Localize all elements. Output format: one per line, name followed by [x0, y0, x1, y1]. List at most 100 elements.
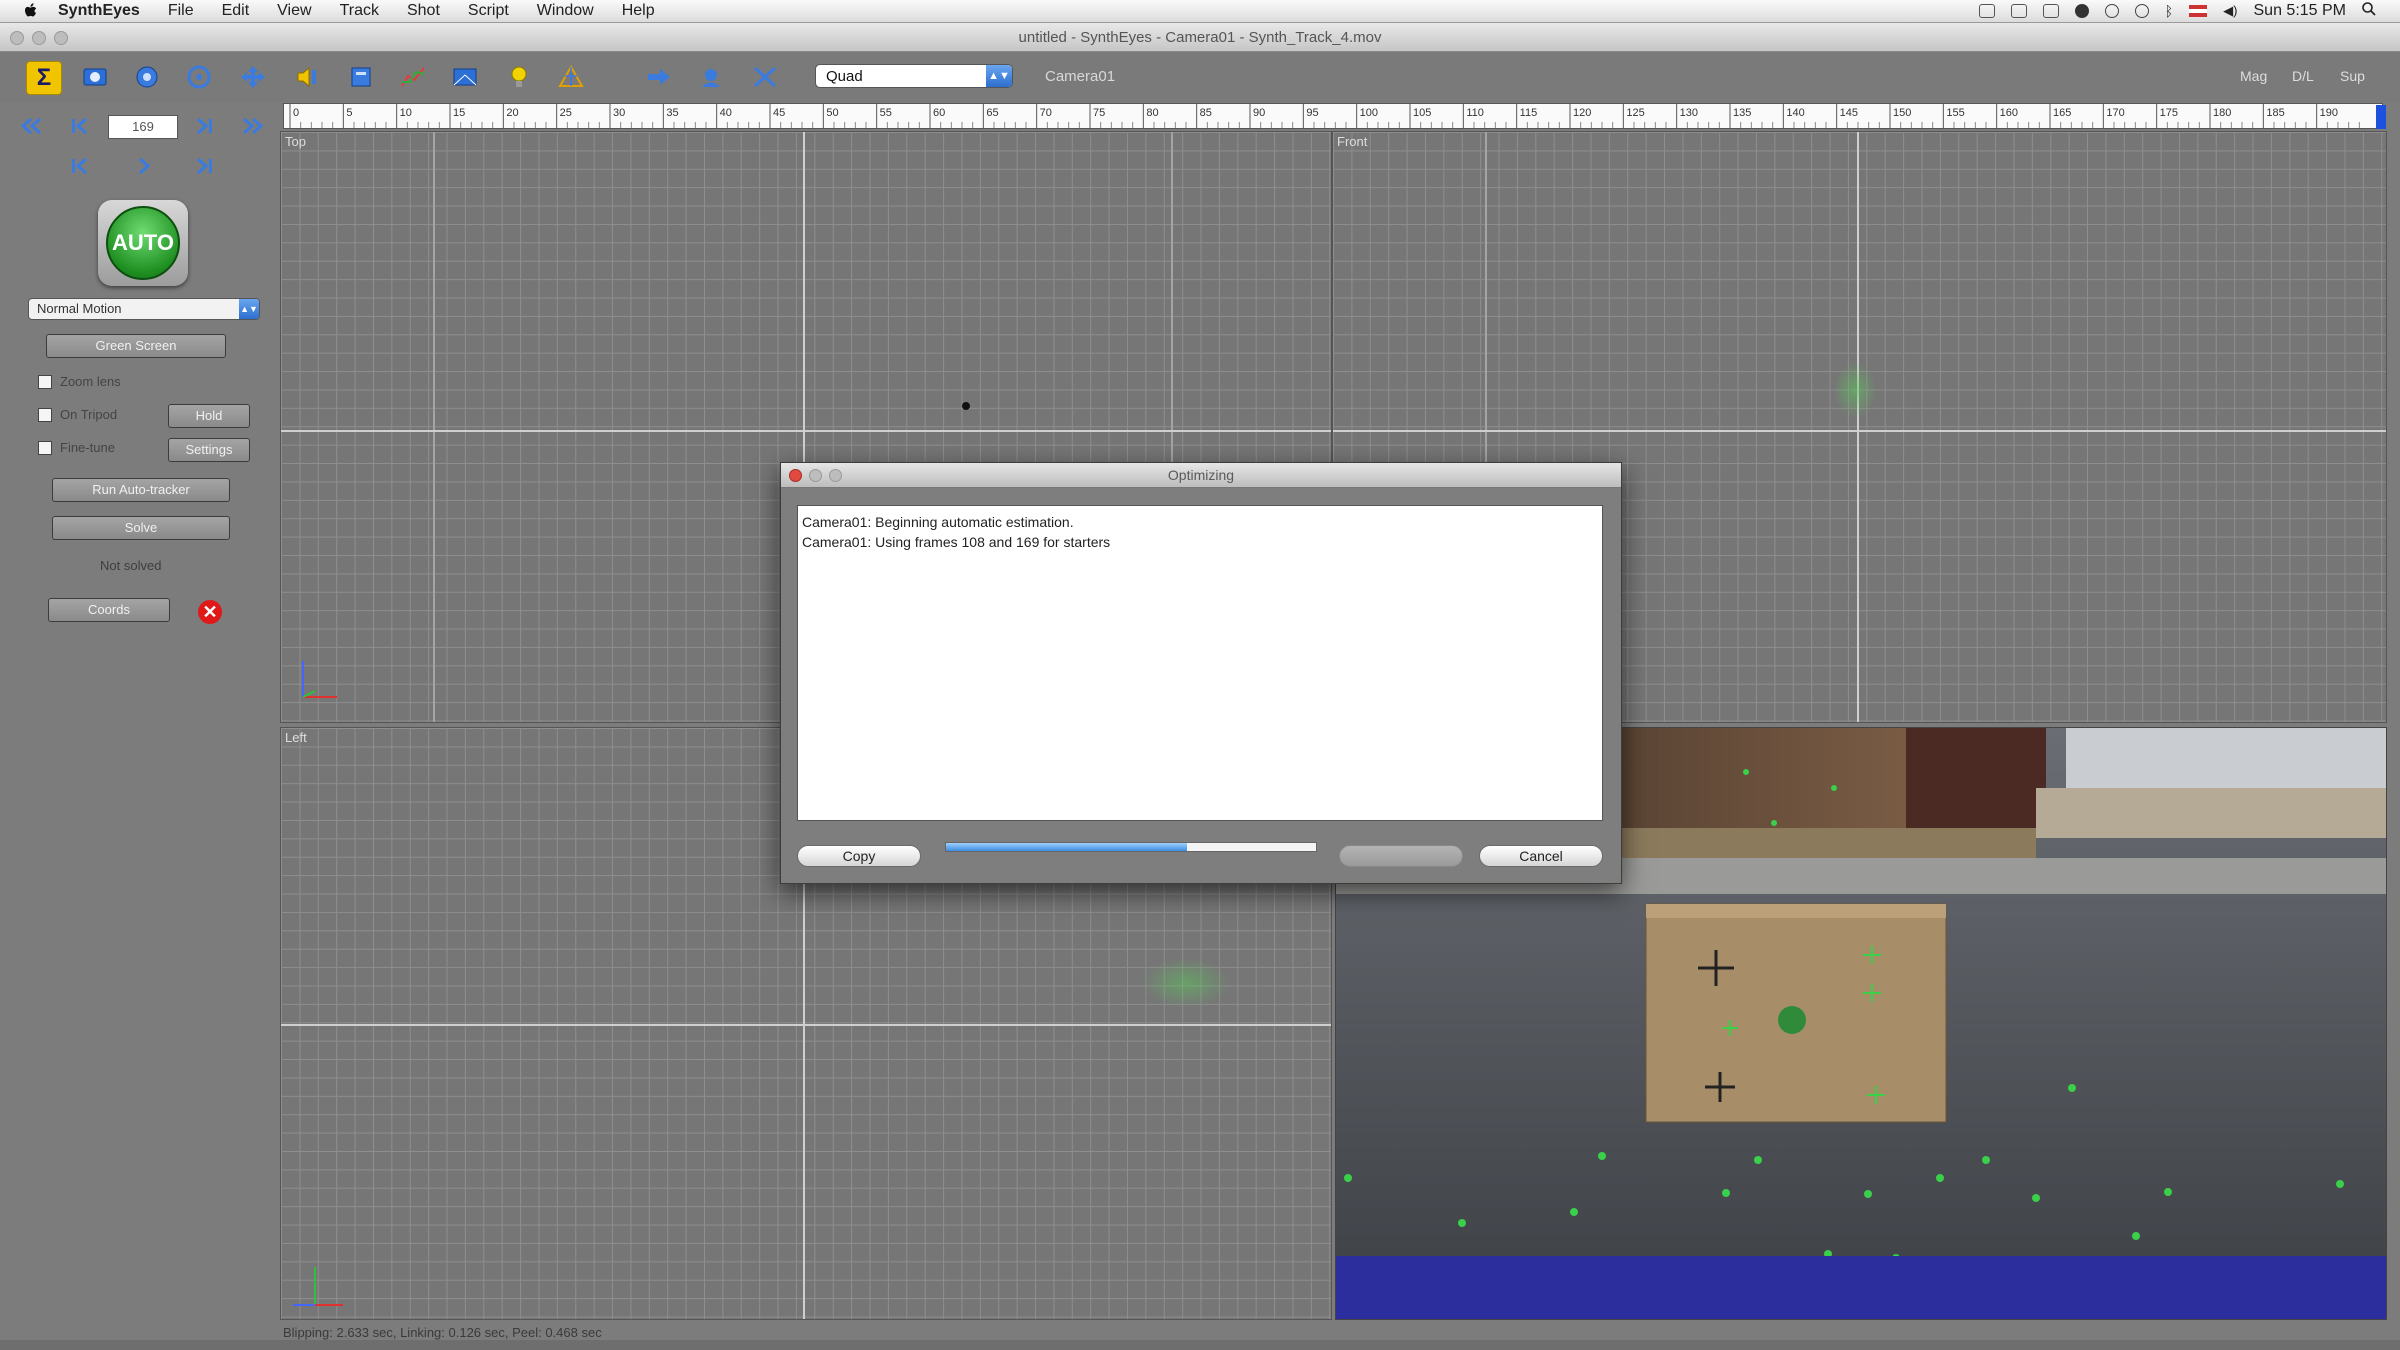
menu-track[interactable]: Track: [340, 2, 379, 20]
viewport-left-label: Left: [285, 730, 307, 745]
user-icon[interactable]: [2074, 4, 2089, 18]
spotlight-icon[interactable]: [2362, 1, 2376, 21]
menu-view[interactable]: View: [277, 2, 311, 20]
fine-tune-checkbox[interactable]: [38, 441, 52, 455]
axis-line: [1857, 132, 1859, 722]
fine-tune-label: Fine-tune: [60, 440, 115, 455]
cursor-cross-icon[interactable]: [748, 61, 782, 93]
prev-key-icon[interactable]: [66, 114, 94, 138]
step-forward-icon[interactable]: [190, 154, 218, 178]
graph-icon[interactable]: [396, 61, 430, 93]
mesh-icon[interactable]: [554, 61, 588, 93]
viewport-top-label: Top: [285, 134, 306, 149]
dialog-minimize-button[interactable]: [809, 469, 822, 482]
timeline-tick-label: 0: [293, 107, 299, 119]
play-icon[interactable]: [130, 154, 158, 178]
clock[interactable]: Sun 5:15 PM: [2254, 2, 2347, 20]
screen-share-icon[interactable]: [1978, 4, 1995, 18]
window-bottom-edge: [0, 1340, 2400, 1350]
shot-icon[interactable]: [78, 61, 112, 93]
coords-button[interactable]: Coords: [48, 598, 170, 622]
timeline-tick-label: 10: [400, 107, 412, 119]
timeline-tick-label: 20: [506, 107, 518, 119]
box-icon[interactable]: [2042, 4, 2059, 18]
zoom-window-button[interactable]: [54, 31, 68, 45]
mag-toggle[interactable]: Mag: [2240, 68, 2267, 84]
timeline-tick-label: 50: [826, 107, 838, 119]
audio-icon[interactable]: [290, 61, 324, 93]
on-tripod-checkbox[interactable]: [38, 408, 52, 422]
solve-status: Not solved: [100, 558, 162, 573]
cursor-dot-icon: [962, 402, 970, 410]
light-icon[interactable]: [502, 61, 536, 93]
perspective-icon[interactable]: [448, 61, 482, 93]
window-controls: [10, 31, 68, 45]
auto-button[interactable]: AUTO: [98, 200, 188, 286]
volume-icon[interactable]: ◀): [2223, 3, 2237, 19]
timeline-tick-label: 140: [1786, 107, 1804, 119]
timeline-tick-label: 155: [1946, 107, 1964, 119]
summary-icon[interactable]: Σ: [26, 61, 62, 95]
auto-button-label: AUTO: [106, 206, 180, 280]
timeline-tick-label: 90: [1253, 107, 1265, 119]
timeline-bar[interactable]: 0 5 10 15 20 25 30 35 40 45 50 55 60 65 70 75 80 85 90 95 10…: [283, 103, 2383, 129]
zoom-lens-checkbox[interactable]: [38, 375, 52, 389]
timeline-tick-label: 160: [2000, 107, 2018, 119]
solver-icon[interactable]: [344, 61, 378, 93]
frame-number-field[interactable]: 169: [108, 115, 178, 139]
optimizing-dialog: Optimizing Camera01: Beginning automatic…: [780, 462, 1622, 884]
zoom-lens-label: Zoom lens: [60, 374, 121, 389]
timeline-tick-label: 40: [720, 107, 732, 119]
timeline-tick-label: 135: [1733, 107, 1751, 119]
rewind-icon[interactable]: [18, 114, 46, 138]
timeline-tick-label: 100: [1360, 107, 1378, 119]
motion-type-select[interactable]: Normal Motion ▲▼: [28, 298, 260, 320]
sync-icon[interactable]: [2010, 4, 2027, 18]
window-titlebar: untitled - SynthEyes - Camera01 - Synth_…: [0, 23, 2400, 52]
current-frame-marker[interactable]: [2376, 105, 2386, 129]
menu-edit[interactable]: Edit: [222, 2, 250, 20]
dialog-close-button[interactable]: [789, 469, 802, 482]
menu-help[interactable]: Help: [622, 2, 655, 20]
copy-button[interactable]: Copy: [797, 845, 921, 867]
timeline-tick-label: 30: [613, 107, 625, 119]
move-icon[interactable]: [236, 61, 270, 93]
on-tripod-label: On Tripod: [60, 407, 118, 422]
orbit-icon[interactable]: [182, 61, 216, 93]
active-camera-label[interactable]: Camera01: [1045, 68, 1115, 85]
grid-major-line: [433, 132, 435, 722]
green-screen-button[interactable]: Green Screen: [46, 334, 226, 358]
cancel-button[interactable]: Cancel: [1479, 845, 1603, 867]
solver-log[interactable]: Camera01: Beginning automatic estimation…: [797, 505, 1603, 821]
sup-toggle[interactable]: Sup: [2340, 68, 2365, 84]
view-layout-select[interactable]: Quad ▲▼: [815, 64, 1013, 88]
wifi-icon[interactable]: [2134, 4, 2149, 18]
menu-window[interactable]: Window: [537, 2, 594, 20]
summary-panel: 169 AUTO Normal Motion ▲▼ Green Screen Z…: [0, 102, 278, 1340]
camera-icon[interactable]: [130, 61, 164, 93]
solve-button[interactable]: Solve: [52, 516, 230, 540]
bluetooth-icon[interactable]: ᛒ: [2165, 3, 2173, 19]
fast-forward-icon[interactable]: [238, 114, 266, 138]
run-auto-tracker-button[interactable]: Run Auto-tracker: [52, 478, 230, 502]
hold-button[interactable]: Hold: [168, 404, 250, 428]
error-icon[interactable]: ✕: [198, 600, 222, 624]
menu-script[interactable]: Script: [468, 2, 509, 20]
menu-file[interactable]: File: [168, 2, 194, 20]
close-window-button[interactable]: [10, 31, 24, 45]
minimize-window-button[interactable]: [32, 31, 46, 45]
apple-icon[interactable]: [20, 0, 42, 22]
chevron-updown-icon: ▲▼: [986, 65, 1012, 87]
menu-shot[interactable]: Shot: [407, 2, 440, 20]
dialog-zoom-button[interactable]: [829, 469, 842, 482]
next-key-icon[interactable]: [190, 114, 218, 138]
step-back-icon[interactable]: [66, 154, 94, 178]
timeline-tick-label: 145: [1840, 107, 1858, 119]
arrow-icon[interactable]: [642, 61, 676, 93]
dl-toggle[interactable]: D/L: [2292, 68, 2314, 84]
tracker-icon[interactable]: [694, 61, 728, 93]
flag-icon[interactable]: [2189, 5, 2208, 17]
settings-button[interactable]: Settings: [168, 438, 250, 462]
menu-synthEyes[interactable]: SynthEyes: [58, 2, 140, 20]
time-machine-icon[interactable]: [2104, 4, 2119, 18]
